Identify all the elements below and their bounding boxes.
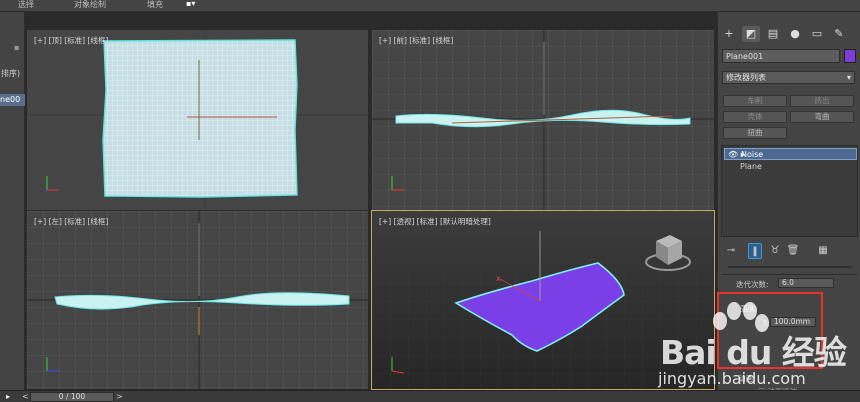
create-icon[interactable]: + xyxy=(720,26,738,42)
make-unique-icon[interactable]: ♉ xyxy=(768,243,782,259)
play-toggle-icon[interactable]: ▸ xyxy=(6,392,10,402)
top-view-canvas xyxy=(27,30,368,210)
viewport-front[interactable]: [+] [前] [标准] [线框] xyxy=(371,29,715,211)
object-name-input[interactable] xyxy=(722,49,840,63)
chevron-down-icon: ▾ xyxy=(846,73,851,82)
remove-modifier-icon[interactable]: 🗑 xyxy=(786,243,800,259)
menu-item-select[interactable]: 选择 xyxy=(18,0,34,10)
bend-button[interactable]: 弯曲 xyxy=(790,111,854,123)
svg-text:x: x xyxy=(496,274,501,283)
timeline-bar: ▸ < 0 / 100 > xyxy=(0,390,860,402)
plane-mesh-grid xyxy=(103,40,297,197)
next-frame-button[interactable]: > xyxy=(116,392,123,402)
left-view-canvas xyxy=(27,211,368,389)
animation-label: 动画: xyxy=(738,374,756,383)
eye-icon[interactable]: 👁 ▸ xyxy=(728,149,745,161)
command-tabs: + ◩ ▤ ● ▭ ✎ xyxy=(718,26,860,42)
twist-button[interactable]: 扭曲 xyxy=(723,127,787,139)
prev-frame-button[interactable]: < xyxy=(22,392,29,402)
modifier-list-label: 修改器列表 xyxy=(726,73,766,82)
panel-divider xyxy=(728,266,852,268)
shell-button[interactable]: 壳体 xyxy=(723,111,787,123)
configure-modifier-sets-icon[interactable]: ▦ xyxy=(816,243,830,259)
iterations-label: 迭代次数: xyxy=(736,280,769,289)
dropdown-icon[interactable]: ▪▾ xyxy=(186,0,195,9)
motion-icon[interactable]: ● xyxy=(786,26,804,42)
time-slider[interactable]: 0 / 100 xyxy=(30,392,114,402)
hierarchy-icon[interactable]: ▤ xyxy=(764,26,782,42)
stack-item-plane-label: Plane xyxy=(740,162,762,171)
highlight-box xyxy=(717,292,823,369)
show-end-result-icon[interactable]: ‖ xyxy=(748,243,762,259)
viewport-label-perspective[interactable]: [+] [透视] [标准] [默认明暗处理] xyxy=(379,216,491,227)
viewport-label-top[interactable]: [+] [顶] [标准] [线框] xyxy=(34,35,108,46)
modifier-list-dropdown[interactable]: 修改器列表 ▾ xyxy=(722,71,855,84)
iterations-spinner[interactable]: 6.0 xyxy=(778,278,834,288)
collapse-icon[interactable]: ▪ xyxy=(14,44,22,52)
object-color-swatch[interactable] xyxy=(844,49,856,63)
scene-explorer: ▪ 排序) ne00 xyxy=(0,12,25,390)
stack-item-noise[interactable]: 👁 ▸ Noise xyxy=(724,148,857,160)
sort-label: 排序) xyxy=(1,69,21,78)
menu-item-populate[interactable]: 填充 xyxy=(147,0,163,10)
menu-bar: 选择 对象绘制 填充 ▪▾ xyxy=(0,0,860,12)
viewport-label-front[interactable]: [+] [前] [标准] [线框] xyxy=(379,35,453,46)
viewport-top[interactable]: [+] [顶] [标准] [线框] xyxy=(26,29,369,211)
stack-toolbar: ⊸ ‖ ♉ 🗑 ▦ xyxy=(724,243,856,259)
menu-item-object-paint[interactable]: 对象绘制 xyxy=(74,0,106,10)
perspective-view-canvas: x xyxy=(372,231,714,389)
scene-item-plane001[interactable]: ne00 xyxy=(0,94,25,106)
viewport-area: [+] [顶] [标准] [线框] [+] [前] [标准] [线框] [+] … xyxy=(25,12,717,390)
viewport-left[interactable]: [+] [左] [标准] [线框] xyxy=(26,210,369,390)
viewport-perspective[interactable]: [+] [透视] [标准] [默认明暗处理] x xyxy=(371,210,715,390)
extrude-button[interactable]: 挤出 xyxy=(790,95,854,107)
lathe-button[interactable]: 车削 xyxy=(723,95,787,107)
utilities-icon[interactable]: ✎ xyxy=(830,26,848,42)
pin-stack-icon[interactable]: ⊸ xyxy=(724,243,738,259)
viewport-label-left[interactable]: [+] [左] [标准] [线框] xyxy=(34,216,108,227)
modify-icon[interactable]: ◩ xyxy=(742,26,760,42)
viewcube-icon xyxy=(645,235,691,271)
display-icon[interactable]: ▭ xyxy=(808,26,826,42)
noise-params-section xyxy=(722,274,857,275)
stack-item-plane[interactable]: Plane xyxy=(724,161,857,173)
modifier-stack: 👁 ▸ Noise Plane xyxy=(721,145,858,237)
axis-tripod-top xyxy=(44,176,59,193)
front-view-canvas xyxy=(372,30,714,210)
